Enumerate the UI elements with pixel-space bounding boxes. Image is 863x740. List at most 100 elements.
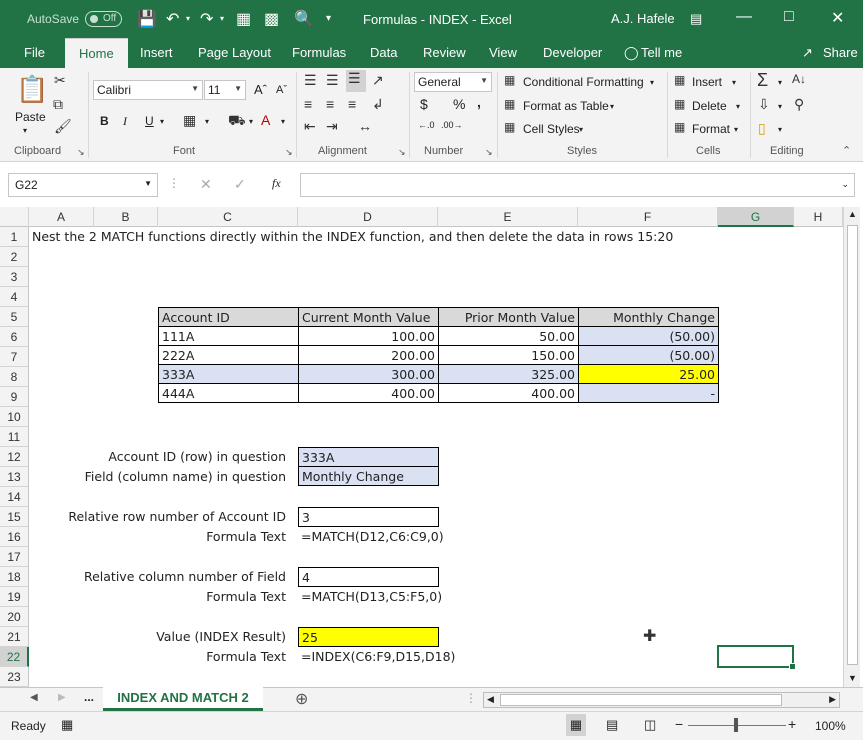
table-cell[interactable]: 150.00	[438, 345, 579, 365]
undo-dropdown-icon[interactable]: ▾	[186, 14, 190, 23]
customize-qat-icon[interactable]: ▾	[326, 13, 331, 24]
font-color-dropdown-icon[interactable]: ▾	[281, 117, 285, 126]
fill-dropdown-icon[interactable]: ▾	[249, 117, 253, 126]
tab-view[interactable]: View	[489, 45, 517, 60]
label-account-id-question[interactable]: Account ID (row) in question	[29, 447, 289, 467]
clipboard-launcher-icon[interactable]: ↘	[77, 147, 85, 158]
table-cell[interactable]: 200.00	[298, 345, 439, 365]
wrap-text-icon[interactable]: ↲	[372, 96, 384, 113]
value-index-result[interactable]: 25	[298, 627, 439, 647]
row-header[interactable]: 19	[0, 587, 29, 607]
currency-button[interactable]: $	[420, 96, 428, 112]
tab-page-layout[interactable]: Page Layout	[198, 45, 271, 60]
label-formula-text[interactable]: Formula Text	[29, 587, 289, 607]
column-header-h[interactable]: H	[794, 207, 843, 227]
row-header[interactable]: 14	[0, 487, 29, 507]
column-header-c[interactable]: C	[158, 207, 298, 227]
delete-button[interactable]: Delete	[692, 99, 727, 113]
scroll-right-icon[interactable]: ▶	[829, 694, 836, 705]
expand-formula-icon[interactable]: ⌄	[841, 179, 849, 190]
align-right-icon[interactable]: ≡	[348, 96, 356, 112]
redo-icon[interactable]: ↷	[200, 9, 213, 29]
collapse-ribbon-icon[interactable]: ⌃	[842, 144, 851, 157]
row-header[interactable]: 17	[0, 547, 29, 567]
paste-dropdown-icon[interactable]: ▾	[23, 126, 27, 135]
insert-button[interactable]: Insert	[692, 75, 722, 89]
formula-text-index[interactable]: =INDEX(C6:F9,D15,D18)	[298, 647, 518, 667]
user-name[interactable]: A.J. Hafele	[611, 11, 675, 26]
align-left-icon[interactable]: ≡	[304, 96, 312, 112]
format-as-table-button[interactable]: Format as Table	[523, 99, 609, 113]
more-sheets-button[interactable]: ...	[84, 690, 94, 704]
horizontal-scrollbar[interactable]: ◀ ▶	[483, 692, 840, 708]
table-cell[interactable]: 100.00	[298, 326, 439, 346]
scroll-down-icon[interactable]: ▼	[848, 673, 857, 683]
table-cell[interactable]: 400.00	[298, 383, 439, 403]
comma-button[interactable]: ,	[477, 94, 481, 110]
macro-record-icon[interactable]: ▦	[61, 717, 73, 733]
label-formula-text[interactable]: Formula Text	[29, 647, 289, 667]
vertical-scroll-thumb[interactable]	[847, 225, 858, 665]
increase-indent-icon[interactable]: ⇥	[326, 118, 338, 135]
share-button[interactable]: Share	[823, 45, 858, 60]
table-cell[interactable]: 111A	[158, 326, 299, 346]
label-relative-column[interactable]: Relative column number of Field	[29, 567, 289, 587]
borders-dropdown-icon[interactable]: ▾	[205, 117, 209, 126]
grid-icon[interactable]: ▩	[264, 9, 279, 29]
increase-decimal-icon[interactable]: ←.0	[418, 120, 435, 130]
clear-icon[interactable]: ▯	[758, 120, 766, 137]
table-header[interactable]: Current Month Value	[298, 307, 439, 327]
table-cell[interactable]: -	[578, 383, 719, 403]
insert-function-button[interactable]: fx	[272, 176, 281, 191]
copy-icon[interactable]: ⧉	[53, 96, 63, 113]
table-cell[interactable]: 400.00	[438, 383, 579, 403]
percent-button[interactable]: %	[453, 96, 465, 112]
select-all-corner[interactable]	[0, 207, 29, 227]
input-account-id[interactable]: 333A	[298, 447, 439, 467]
conditional-formatting-button[interactable]: Conditional Formatting	[523, 75, 644, 89]
row-header[interactable]: 7	[0, 347, 29, 367]
align-center-icon[interactable]: ≡	[326, 96, 334, 112]
column-header-e[interactable]: E	[438, 207, 578, 227]
row-header[interactable]: 20	[0, 607, 29, 627]
row-header-selected[interactable]: 22	[0, 647, 29, 667]
scroll-left-icon[interactable]: ◀	[487, 694, 494, 705]
align-top-icon[interactable]: ☰	[304, 72, 317, 89]
minimize-icon[interactable]: —	[736, 8, 752, 26]
fill-icon[interactable]: ⇩	[758, 96, 770, 113]
sort-filter-icon[interactable]: A↓	[792, 72, 806, 86]
horizontal-scroll-thumb[interactable]	[500, 694, 782, 706]
row-header[interactable]: 21	[0, 627, 29, 647]
active-cell-g22[interactable]	[717, 645, 796, 670]
column-header-b[interactable]: B	[94, 207, 158, 227]
cell-a1-instructions[interactable]: Nest the 2 MATCH functions directly with…	[29, 227, 829, 247]
underline-dropdown-icon[interactable]: ▾	[160, 117, 164, 126]
zoom-slider-thumb[interactable]	[734, 718, 738, 732]
undo-icon[interactable]: ↶	[166, 9, 179, 29]
row-header[interactable]: 9	[0, 387, 29, 407]
column-header-g[interactable]: G	[718, 207, 794, 227]
label-index-result[interactable]: Value (INDEX Result)	[29, 627, 289, 647]
borders-icon[interactable]: ▦	[183, 112, 196, 129]
formula-text-column[interactable]: =MATCH(D13,C5:F5,0)	[298, 587, 498, 607]
tab-file[interactable]: File	[24, 45, 45, 60]
font-launcher-icon[interactable]: ↘	[285, 147, 293, 158]
column-header-a[interactable]: A	[29, 207, 94, 227]
format-painter-icon[interactable]: 🖌	[54, 118, 72, 135]
input-field-name[interactable]: Monthly Change	[298, 466, 439, 486]
value-relative-column[interactable]: 4	[298, 567, 439, 587]
close-icon[interactable]: ✕	[831, 8, 844, 28]
decrease-font-icon[interactable]: Aˇ	[276, 84, 287, 96]
tell-me-box[interactable]: Tell me	[641, 45, 682, 60]
fill-color-icon[interactable]: ⛟	[228, 112, 246, 131]
ribbon-display-icon[interactable]: ▤	[690, 11, 702, 27]
redo-dropdown-icon[interactable]: ▾	[220, 14, 224, 23]
prev-sheet-icon[interactable]: ◀	[30, 692, 38, 703]
find-select-icon[interactable]: ⚲	[794, 96, 804, 113]
row-header[interactable]: 6	[0, 327, 29, 347]
increase-font-icon[interactable]: Aˆ	[254, 82, 267, 97]
table-cell[interactable]: 333A	[158, 364, 299, 384]
label-relative-row[interactable]: Relative row number of Account ID	[29, 507, 289, 527]
sheet-tab-index-and-match-2[interactable]: INDEX AND MATCH 2	[103, 687, 263, 711]
table-cell[interactable]: (50.00)	[578, 345, 719, 365]
